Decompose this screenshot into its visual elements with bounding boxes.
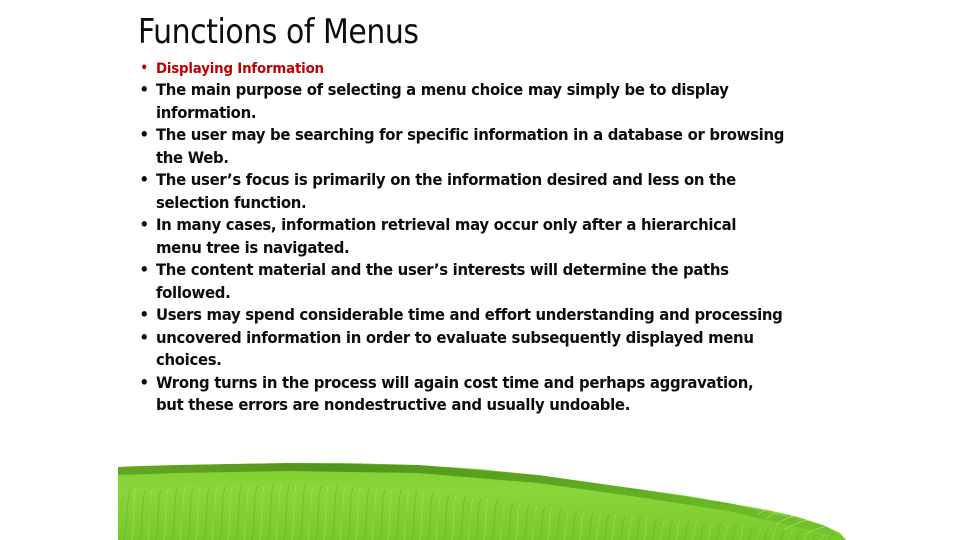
page-title: Functions of Menus xyxy=(138,12,419,52)
list-item-content-material: • The content material and the user’s in… xyxy=(134,259,785,304)
grass-field-image xyxy=(118,455,846,540)
bullet-point-icon: • xyxy=(139,215,149,234)
bullet-point-icon: • xyxy=(139,260,149,279)
list-item-text: The user’s focus is primarily on the inf… xyxy=(155,170,736,212)
list-item-text: The content material and the user’s inte… xyxy=(155,260,729,302)
grass-field-inner xyxy=(118,455,846,540)
list-item-text: Wrong turns in the process will again co… xyxy=(155,372,754,415)
list-item-uncovered-information: • uncovered information in order to eval… xyxy=(134,327,785,372)
list-item-displaying-information: • Displaying Information xyxy=(134,58,785,79)
list-item-searching-database: • The user may be searching for specific… xyxy=(134,124,785,169)
list-item-time-and-effort: • Users may spend considerable time and … xyxy=(134,304,785,327)
slide-canvas: Functions of Menus • Displaying Informat… xyxy=(0,0,960,540)
bullet-list: • Displaying Information • The main purp… xyxy=(134,58,846,417)
list-item-text: Users may spend considerable time and ef… xyxy=(155,305,783,324)
list-item-text: The main purpose of selecting a menu cho… xyxy=(155,80,729,122)
bullet-point-icon: • xyxy=(139,327,149,347)
bullet-point-icon: • xyxy=(140,61,148,76)
list-item-wrong-turns: • Wrong turns in the process will again … xyxy=(134,372,785,417)
list-item-main-purpose: • The main purpose of selecting a menu c… xyxy=(134,79,785,124)
list-item-user-focus: • The user’s focus is primarily on the i… xyxy=(134,169,785,214)
grass-illustration xyxy=(118,463,846,540)
list-item-text: uncovered information in order to evalua… xyxy=(155,327,754,370)
list-item-text: Displaying Information xyxy=(155,60,324,77)
bullet-point-icon: • xyxy=(139,170,149,189)
bullet-point-icon: • xyxy=(139,125,149,144)
list-item-text: In many cases, information retrieval may… xyxy=(155,215,737,257)
list-item-hierarchical-retrieval: • In many cases, information retrieval m… xyxy=(134,214,785,259)
bullet-point-icon: • xyxy=(139,80,149,99)
list-item-text: The user may be searching for specific i… xyxy=(155,125,785,167)
bullet-point-icon: • xyxy=(139,372,149,392)
bullet-point-icon: • xyxy=(139,305,149,324)
